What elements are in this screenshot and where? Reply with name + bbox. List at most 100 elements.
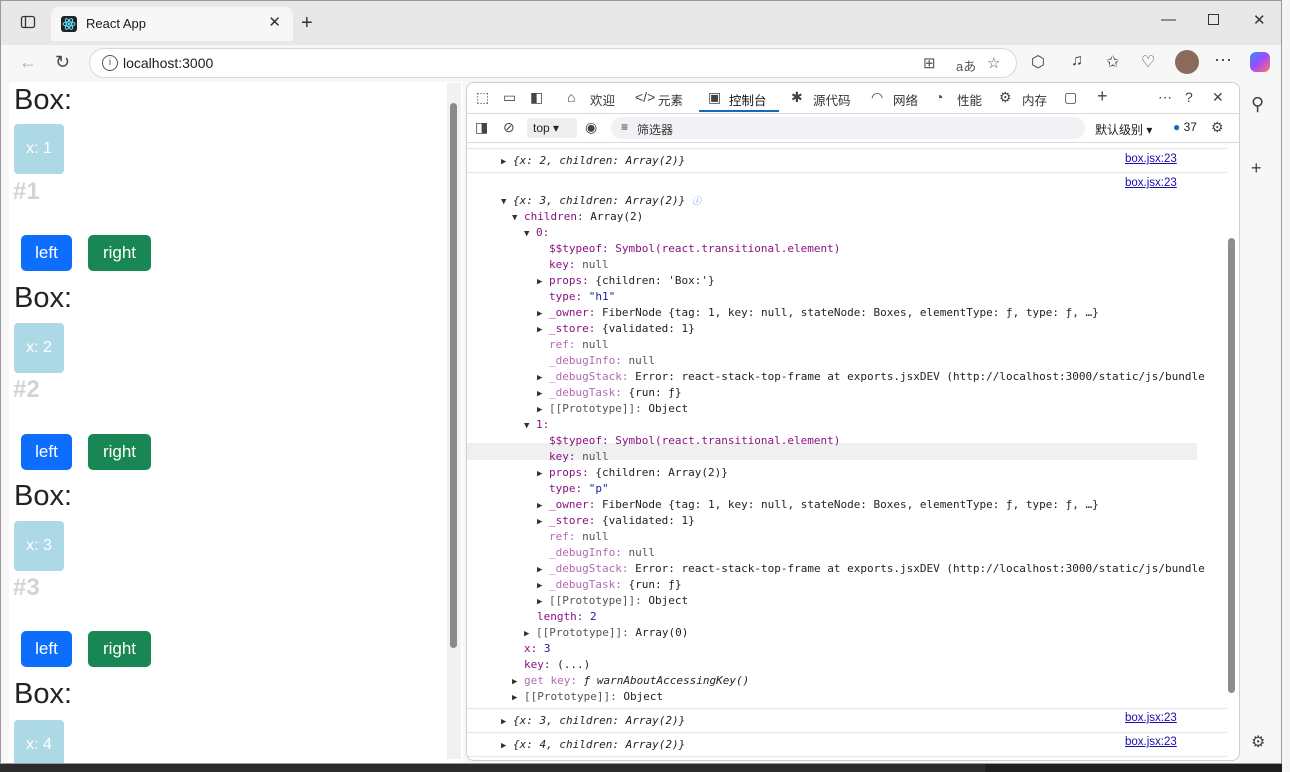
application-icon[interactable]: ▢ — [1064, 89, 1077, 106]
prop-row[interactable]: ▼ 0: — [524, 225, 549, 241]
minimize-icon[interactable]: — — [1161, 11, 1176, 28]
search-icon[interactable]: ⚲ — [1251, 94, 1264, 115]
sidebar-toggle-icon[interactable]: ◨ — [475, 119, 488, 136]
browser-window: React App ✕ + — ✕ ← ↻ i localhost:3000 ⊞… — [0, 0, 1282, 764]
clear-console-icon[interactable]: ⊘ — [503, 119, 515, 136]
log-level-selector[interactable]: 默认级别 ▾ — [1095, 121, 1152, 138]
prop-row[interactable]: ▶ [[Prototype]]: Object — [537, 401, 688, 417]
left-button[interactable]: left — [21, 235, 72, 271]
live-expression-eye-icon[interactable]: ◉ — [585, 119, 597, 136]
sidebar-settings-icon[interactable]: ⚙ — [1251, 732, 1265, 752]
log-entry[interactable]: ▶ {x: 3, children: Array(2)} — [501, 713, 685, 729]
prop-row[interactable]: ▼ 1: — [524, 417, 549, 433]
sources-bug-icon: ✱ — [791, 89, 803, 105]
close-window-icon[interactable]: ✕ — [1253, 11, 1266, 29]
prop-row[interactable]: key: (...) — [524, 657, 590, 673]
devtools-more-icon[interactable]: ⋯ — [1158, 89, 1172, 106]
copilot-icon[interactable] — [1250, 52, 1270, 72]
inspect-element-icon[interactable]: ⬚ — [476, 89, 489, 106]
right-button[interactable]: right — [88, 235, 151, 271]
log-entry-expanded[interactable]: ▼ {x: 3, children: Array(2)} ⓘ — [501, 193, 701, 209]
left-button[interactable]: left — [21, 434, 72, 470]
help-icon[interactable]: ? — [1185, 89, 1193, 105]
favorites-icon[interactable]: ✩ — [1106, 52, 1119, 72]
add-sidebar-app-icon[interactable]: + — [1251, 158, 1262, 179]
read-aloud-icon[interactable]: aあ — [956, 56, 976, 75]
right-button[interactable]: right — [88, 434, 151, 470]
prop-row[interactable]: ▶ _debugTask: {run: ƒ} — [537, 385, 682, 401]
prop-row: $$typeof: Symbol(react.transitional.elem… — [549, 434, 841, 447]
maximize-icon[interactable] — [1208, 11, 1220, 30]
prop-row[interactable]: ▶ [[Prototype]]: Object — [512, 689, 663, 705]
device-emulation-icon[interactable]: ▭ — [503, 89, 516, 106]
filter-icon: ≡ — [621, 120, 629, 134]
address-bar[interactable]: i localhost:3000 ⊞ aあ ☆ — [89, 48, 1017, 78]
log-entry[interactable]: ▶ {x: 2, children: Array(2)} — [501, 153, 685, 169]
console-settings-icon[interactable]: ⚙ — [1211, 119, 1224, 136]
prop-row[interactable]: ▶ _debugStack: Error: react-stack-top-fr… — [537, 561, 1205, 577]
prop-row[interactable]: ▶ _store: {validated: 1} — [537, 321, 695, 337]
right-button[interactable]: right — [88, 631, 151, 667]
browser-essentials-icon[interactable]: ♫ — [1071, 52, 1083, 70]
app-available-icon[interactable]: ⊞ — [923, 54, 936, 72]
performance-gauge-icon: ◔ — [935, 89, 944, 105]
performance-icon[interactable]: ♡ — [1141, 52, 1155, 72]
tab-welcome[interactable]: 欢迎 — [590, 90, 615, 109]
prop-row[interactable]: ▶ [[Prototype]]: Object — [537, 593, 688, 609]
tab-react-app[interactable]: React App ✕ — [51, 7, 293, 41]
filter-input[interactable]: ≡ 筛选器 — [611, 117, 1085, 139]
prop-row[interactable]: ▶ [[Prototype]]: Array(0) — [524, 625, 688, 641]
new-tab-icon[interactable]: + — [301, 12, 313, 35]
prop-row[interactable]: ▶ props: {children: Array(2)} — [537, 465, 728, 481]
log-entry[interactable]: ▶ {x: 4, children: Array(2)} — [501, 737, 685, 753]
prop-row[interactable]: ▼ children: Array(2) — [512, 209, 643, 225]
separator — [467, 148, 1227, 149]
refresh-icon[interactable]: ↻ — [55, 52, 70, 73]
page-scrollbar-thumb[interactable] — [450, 103, 457, 648]
url-text[interactable]: localhost:3000 — [123, 55, 213, 71]
issues-icon: ● — [1173, 120, 1181, 134]
prop-row: type: "p" — [549, 482, 609, 495]
background-window-edge — [1282, 0, 1290, 772]
more-tools-plus-icon[interactable]: + — [1097, 86, 1108, 107]
prop-row[interactable]: ▶ _debugTask: {run: ƒ} — [537, 577, 682, 593]
source-link[interactable]: box.jsx:23 — [1125, 712, 1177, 724]
prop-row[interactable]: ▶ _owner: FiberNode {tag: 1, key: null, … — [537, 305, 1099, 321]
close-devtools-icon[interactable]: ✕ — [1212, 89, 1224, 106]
network-wifi-icon: ◠ — [871, 89, 884, 105]
tab-actions-icon[interactable] — [20, 14, 36, 34]
source-link[interactable]: box.jsx:23 — [1125, 153, 1177, 165]
tab-sources[interactable]: 源代码 — [813, 90, 851, 109]
console-toolbar: ◨ ⊘ top ▾ ◉ ≡ 筛选器 默认级别 ▾ ● 37 ⚙ — [467, 114, 1239, 143]
prop-row[interactable]: ▶ get key: ƒ warnAboutAccessingKey() — [512, 673, 749, 689]
devtools-panel: ⬚ ▭ ◧ ⌂ 欢迎 </> 元素 ▣ 控制台 ✱ 源代码 ◠ 网络 ◔ 性能 … — [466, 82, 1240, 761]
tab-performance[interactable]: 性能 — [957, 90, 982, 109]
left-button[interactable]: left — [21, 631, 72, 667]
tab-close-icon[interactable]: ✕ — [268, 13, 281, 31]
context-selector[interactable]: top ▾ — [527, 118, 577, 138]
issues-badge[interactable]: ● 37 — [1173, 120, 1197, 134]
source-link[interactable]: box.jsx:23 — [1125, 177, 1177, 189]
tab-network[interactable]: 网络 — [893, 90, 918, 109]
tab-console[interactable]: 控制台 — [729, 90, 767, 109]
tab-elements[interactable]: 元素 — [658, 90, 683, 109]
prop-row[interactable]: ▶ _debugStack: Error: react-stack-top-fr… — [537, 369, 1205, 385]
more-menu-icon[interactable]: ⋯ — [1214, 50, 1232, 71]
tab-memory[interactable]: 内存 — [1022, 90, 1047, 109]
prop-row[interactable]: ▶ _store: {validated: 1} — [537, 513, 695, 529]
site-info-icon[interactable]: i — [102, 55, 118, 71]
prop-row[interactable]: ▶ _owner: FiberNode {tag: 1, key: null, … — [537, 497, 1099, 513]
console-scrollbar-thumb[interactable] — [1228, 238, 1235, 693]
box-heading: Box: — [14, 678, 73, 710]
box-number: #3 — [13, 574, 40, 601]
back-icon[interactable]: ← — [19, 52, 37, 73]
source-link[interactable]: box.jsx:23 — [1125, 736, 1177, 748]
profile-avatar[interactable] — [1175, 50, 1199, 74]
extensions-icon[interactable]: ⬡ — [1031, 52, 1045, 72]
dock-side-icon[interactable]: ◧ — [530, 89, 543, 106]
issues-count: 37 — [1183, 120, 1197, 134]
prop-row[interactable]: ▶ props: {children: 'Box:'} — [537, 273, 715, 289]
favorite-star-icon[interactable]: ☆ — [987, 54, 1000, 72]
console-scrollbar[interactable] — [1226, 143, 1239, 758]
page-scrollbar[interactable] — [447, 83, 461, 759]
